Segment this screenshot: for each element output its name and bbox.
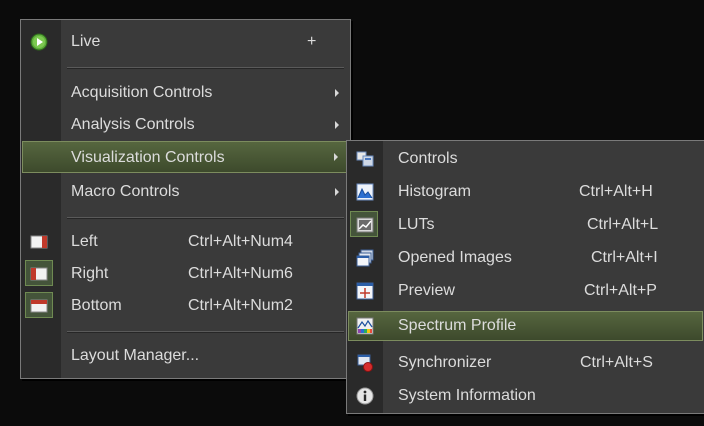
live-label: Live <box>71 33 101 50</box>
menu-item-visualization-controls[interactable]: Visualization Controls <box>22 141 349 173</box>
luts-shortcut: Ctrl+Alt+L <box>587 216 659 233</box>
menu-item-layout-manager[interactable]: Layout Manager... <box>22 340 349 372</box>
main-context-menu: Live + Acquisition Controls Analysis Con… <box>20 19 351 379</box>
histogram-label: Histogram <box>398 183 471 200</box>
menu-item-dock-bottom[interactable]: Bottom Ctrl+Alt+Num2 <box>22 290 349 322</box>
submenu-item-luts[interactable]: LUTs Ctrl+Alt+L <box>348 209 703 241</box>
opened-images-shortcut: Ctrl+Alt+I <box>591 249 658 266</box>
submenu-arrow-icon <box>335 188 339 196</box>
synchronizer-label: Synchronizer <box>398 354 492 371</box>
play-icon <box>30 33 48 51</box>
menu-item-live[interactable]: Live + <box>22 26 349 58</box>
submenu-item-synchronizer[interactable]: Synchronizer Ctrl+Alt+S <box>348 347 703 379</box>
luts-label: LUTs <box>398 216 435 233</box>
preview-icon <box>356 282 374 300</box>
controls-windows-icon <box>356 151 374 167</box>
menu-item-macro-controls[interactable]: Macro Controls <box>22 176 349 208</box>
dock-bottom-icon <box>30 299 48 313</box>
separator <box>67 217 344 219</box>
submenu-arrow-icon <box>334 153 338 161</box>
visualization-label: Visualization Controls <box>71 149 225 166</box>
submenu-arrow-icon <box>335 121 339 129</box>
right-label: Right <box>71 265 109 282</box>
submenu-item-controls[interactable]: Controls <box>348 143 703 175</box>
menu-item-dock-right[interactable]: Right Ctrl+Alt+Num6 <box>22 258 349 290</box>
submenu-item-spectrum-profile[interactable]: Spectrum Profile <box>348 311 703 341</box>
luts-icon <box>356 217 374 233</box>
synchronizer-icon <box>357 354 373 372</box>
synchronizer-shortcut: Ctrl+Alt+S <box>580 354 653 371</box>
submenu-item-opened-images[interactable]: Opened Images Ctrl+Alt+I <box>348 242 703 274</box>
visualization-submenu: Controls Histogram Ctrl+Alt+H LUTs Ctrl+… <box>346 140 704 414</box>
histogram-icon <box>356 183 374 201</box>
live-shortcut: + <box>307 33 317 50</box>
preview-shortcut: Ctrl+Alt+P <box>584 282 657 299</box>
separator <box>67 331 344 333</box>
system-information-label: System Information <box>398 387 536 404</box>
bottom-shortcut: Ctrl+Alt+Num2 <box>188 297 293 314</box>
separator <box>67 67 344 69</box>
spectrum-profile-label: Spectrum Profile <box>398 317 517 334</box>
submenu-item-histogram[interactable]: Histogram Ctrl+Alt+H <box>348 176 703 208</box>
info-icon <box>356 387 374 405</box>
left-shortcut: Ctrl+Alt+Num4 <box>188 233 293 250</box>
opened-images-label: Opened Images <box>398 249 512 266</box>
screen: Live + Acquisition Controls Analysis Con… <box>0 0 704 426</box>
acquisition-label: Acquisition Controls <box>71 84 213 101</box>
menu-item-dock-left[interactable]: Left Ctrl+Alt+Num4 <box>22 226 349 258</box>
right-shortcut: Ctrl+Alt+Num6 <box>188 265 293 282</box>
opened-images-icon <box>356 249 374 267</box>
menu-item-acquisition-controls[interactable]: Acquisition Controls <box>22 77 349 109</box>
submenu-arrow-icon <box>335 89 339 97</box>
menu-item-analysis-controls[interactable]: Analysis Controls <box>22 109 349 141</box>
spectrum-profile-icon <box>356 317 374 335</box>
submenu-item-system-information[interactable]: System Information <box>348 380 703 412</box>
macro-label: Macro Controls <box>71 183 180 200</box>
dock-left-icon <box>30 235 48 249</box>
dock-right-icon <box>30 267 48 281</box>
histogram-shortcut: Ctrl+Alt+H <box>579 183 653 200</box>
left-label: Left <box>71 233 98 250</box>
submenu-item-preview[interactable]: Preview Ctrl+Alt+P <box>348 275 703 307</box>
layout-manager-label: Layout Manager... <box>71 347 200 364</box>
bottom-label: Bottom <box>71 297 122 314</box>
controls-label: Controls <box>398 150 458 167</box>
preview-label: Preview <box>398 282 455 299</box>
analysis-label: Analysis Controls <box>71 116 195 133</box>
